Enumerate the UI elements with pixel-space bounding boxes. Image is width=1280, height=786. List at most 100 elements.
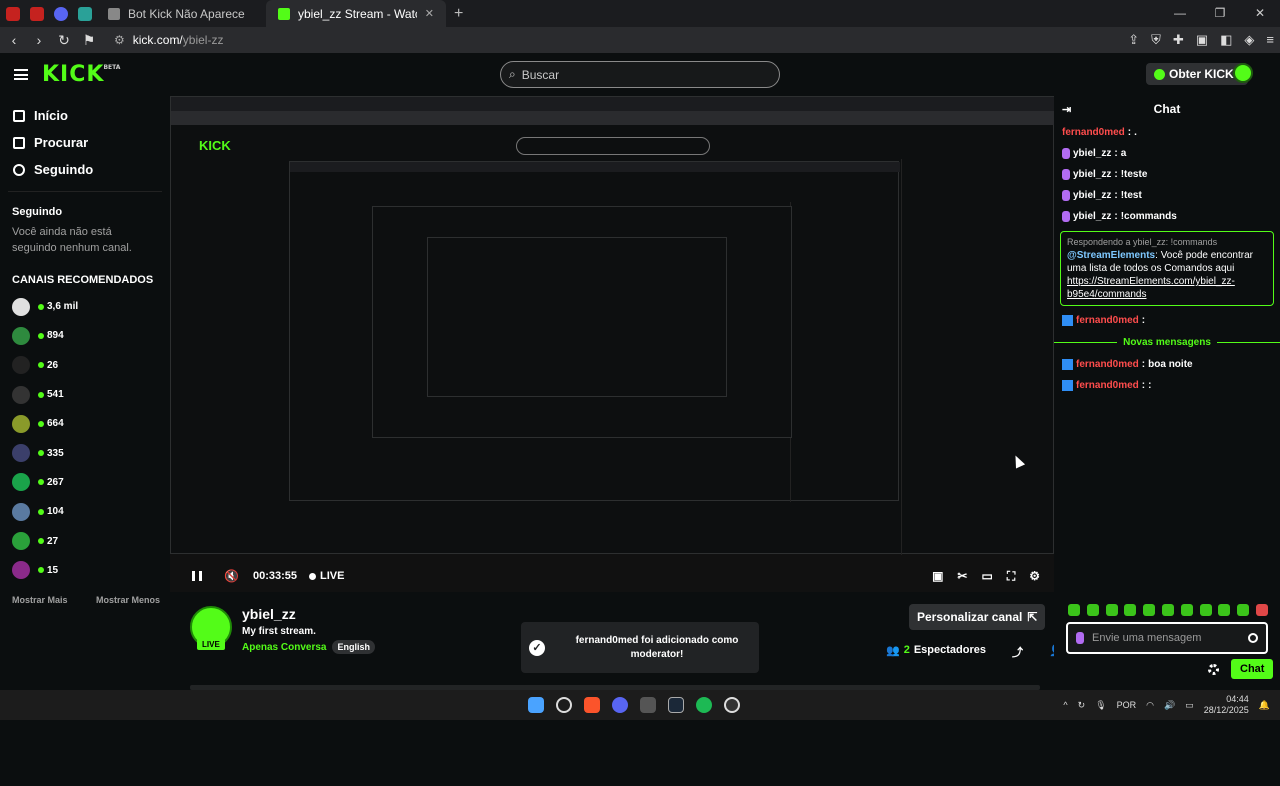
steam-icon[interactable] — [668, 697, 684, 713]
search-input[interactable]: ⌕ Buscar — [500, 61, 780, 88]
emote-icon[interactable] — [1105, 604, 1118, 616]
pinned-tab-gmail[interactable] — [2, 0, 24, 27]
chat-username[interactable]: ybiel_zz — [1073, 210, 1111, 223]
theater-icon[interactable]: ▭ — [981, 569, 992, 584]
minimize-icon[interactable]: — — [1160, 0, 1200, 27]
channel-item[interactable]: DaniloFariasFutEA Sports FC 2627 — [0, 526, 1054, 786]
screenshot-icon[interactable]: ▣ — [1196, 32, 1208, 48]
moderator-badge-icon — [1062, 359, 1073, 370]
emote-icon[interactable] — [1086, 604, 1099, 616]
forward-icon[interactable]: › — [28, 32, 50, 48]
reply-user[interactable]: @StreamElements — [1067, 250, 1155, 261]
sync-icon[interactable]: ↻ — [1078, 700, 1086, 711]
extensions-icon[interactable]: ✚ — [1173, 32, 1184, 48]
sidebar-item-seguindo[interactable]: Seguindo — [0, 156, 170, 183]
bookmark-icon[interactable]: ⚑ — [78, 32, 100, 49]
channel-item[interactable]: dekin021ARC Raiders104 — [0, 497, 1054, 786]
volume-icon[interactable]: 🔊 — [1164, 700, 1175, 711]
channel-item[interactable]: ovotzLOCKDOWN Protocol664 — [0, 409, 1054, 786]
channel-item[interactable]: allanstagApenas Conversa3,6 mil — [0, 292, 1054, 786]
pause-icon[interactable] — [192, 571, 202, 581]
site-info-icon[interactable]: ⚙ — [114, 33, 125, 47]
language-indicator[interactable]: POR — [1117, 700, 1137, 710]
chat-message: ybiel_zz: a — [1054, 143, 1280, 164]
clip-icon[interactable]: ✂ — [957, 569, 967, 584]
vpn-icon[interactable]: ◈ — [1244, 32, 1254, 48]
menu-icon[interactable]: ≡ — [1266, 32, 1274, 48]
channel-item[interactable]: DieguitoPotterEA Sports FC 2615 — [0, 556, 1054, 786]
channel-item[interactable]: CarpentieriEA Sports FC 26894 — [0, 321, 1054, 786]
emote-icon[interactable] — [1255, 604, 1268, 616]
share-stream-icon[interactable]: ⤴ — [1012, 644, 1023, 660]
emote-icon[interactable] — [1218, 604, 1231, 616]
reply-link[interactable]: https://StreamElements.com/ybiel_zz-b95e… — [1067, 275, 1267, 301]
browser-tab[interactable]: Bot Kick Não Aparece — [96, 0, 266, 27]
chat-username[interactable]: ybiel_zz — [1073, 168, 1111, 181]
shield-icon[interactable]: ⛨ — [1151, 32, 1161, 48]
user-avatar[interactable] — [1233, 63, 1253, 83]
fullscreen-icon[interactable]: ⛶ — [1007, 569, 1015, 584]
clock[interactable]: 04:44 28/12/2025 — [1204, 694, 1249, 716]
close-window-icon[interactable]: ✕ — [1240, 0, 1280, 27]
chat-input[interactable]: Envie uma mensagem — [1066, 622, 1268, 654]
channel-item[interactable]: DeshaeFrostSlots & Casino267 — [0, 468, 1054, 786]
browser-tab-active[interactable]: ybiel_zz Stream - Watch Live on ✕ — [266, 0, 446, 27]
discord-icon[interactable] — [612, 697, 628, 713]
obs-icon[interactable] — [724, 697, 740, 713]
notifications-icon[interactable]: 🔔 — [1259, 700, 1270, 711]
search-taskbar-icon[interactable] — [556, 697, 572, 713]
chat-username[interactable]: fernand0med — [1076, 358, 1139, 371]
channel-name[interactable]: ybiel_zz — [242, 606, 296, 622]
emote-icon[interactable] — [1199, 604, 1212, 616]
close-tab-icon[interactable]: ✕ — [425, 7, 434, 20]
kick-logo[interactable]: KICK BETA — [42, 62, 120, 87]
chat-username[interactable]: fernand0med — [1062, 126, 1125, 139]
spotify-icon[interactable] — [696, 697, 712, 713]
pinned-tab-gmail-2[interactable] — [26, 0, 48, 27]
send-chat-button[interactable]: Chat — [1231, 659, 1274, 679]
app-icon[interactable] — [640, 697, 656, 713]
brave-icon[interactable] — [584, 697, 600, 713]
chat-username[interactable]: fernand0med — [1076, 379, 1139, 392]
stream-category[interactable]: Apenas Conversa — [242, 642, 326, 653]
maximize-icon[interactable]: ❐ — [1200, 0, 1240, 27]
channel-item[interactable]: TealzPokemon Black335 — [0, 438, 1054, 786]
reload-icon[interactable]: ↻ — [53, 32, 75, 49]
emote-icon[interactable] — [1068, 604, 1080, 616]
pip-icon[interactable]: ▣ — [932, 569, 943, 584]
sidebar-item-procurar[interactable]: Procurar — [0, 129, 170, 156]
emote-icon[interactable] — [1161, 604, 1174, 616]
channel-item[interactable]: eguinoranteARC Raiders26 — [0, 351, 1054, 786]
chat-username[interactable]: ybiel_zz — [1073, 147, 1111, 160]
show-less-link[interactable]: Mostrar Menos — [96, 595, 160, 605]
emoji-icon[interactable] — [1248, 633, 1258, 643]
show-more-link[interactable]: Mostrar Mais — [12, 595, 68, 605]
new-tab-button[interactable]: + — [446, 5, 471, 23]
tray-chevron-icon[interactable]: ^ — [1063, 700, 1067, 710]
mute-icon[interactable]: 🔇 — [224, 569, 239, 583]
emote-icon[interactable] — [1143, 604, 1156, 616]
collapse-chat-icon[interactable]: ⇥ — [1062, 103, 1071, 116]
mic-tray-icon[interactable]: 🎙 — [1095, 700, 1106, 711]
battery-icon[interactable]: ▭ — [1185, 700, 1194, 711]
pinned-tab-discord[interactable] — [50, 0, 72, 27]
settings-icon[interactable]: ⚙ — [1029, 569, 1040, 584]
emote-icon[interactable] — [1237, 604, 1250, 616]
url-field[interactable]: ⚙ kick.com/ybiel-zz — [114, 33, 223, 47]
emote-icon[interactable] — [1180, 604, 1193, 616]
sidebar-toggle-icon[interactable]: ◧ — [1220, 32, 1232, 48]
hamburger-menu-icon[interactable] — [14, 69, 28, 80]
pinned-tab-app[interactable] — [74, 0, 96, 27]
sidebar-item-inicio[interactable]: Início — [0, 102, 170, 129]
chat-settings-icon[interactable] — [1208, 663, 1219, 675]
share-icon[interactable]: ⇪ — [1128, 32, 1139, 48]
emote-icon[interactable] — [1124, 604, 1137, 616]
customize-channel-button[interactable]: Personalizar canal ⇱ — [909, 604, 1046, 630]
chat-username[interactable]: ybiel_zz — [1073, 189, 1111, 202]
channel-item[interactable]: moonbootmurphySlots & Casino541 — [0, 380, 1054, 786]
wifi-icon[interactable]: ◠ — [1146, 700, 1154, 711]
windows-start-icon[interactable] — [528, 697, 544, 713]
video-player[interactable]: KICK — [170, 96, 1054, 592]
back-icon[interactable]: ‹ — [3, 32, 25, 48]
channel-avatar — [12, 297, 30, 316]
